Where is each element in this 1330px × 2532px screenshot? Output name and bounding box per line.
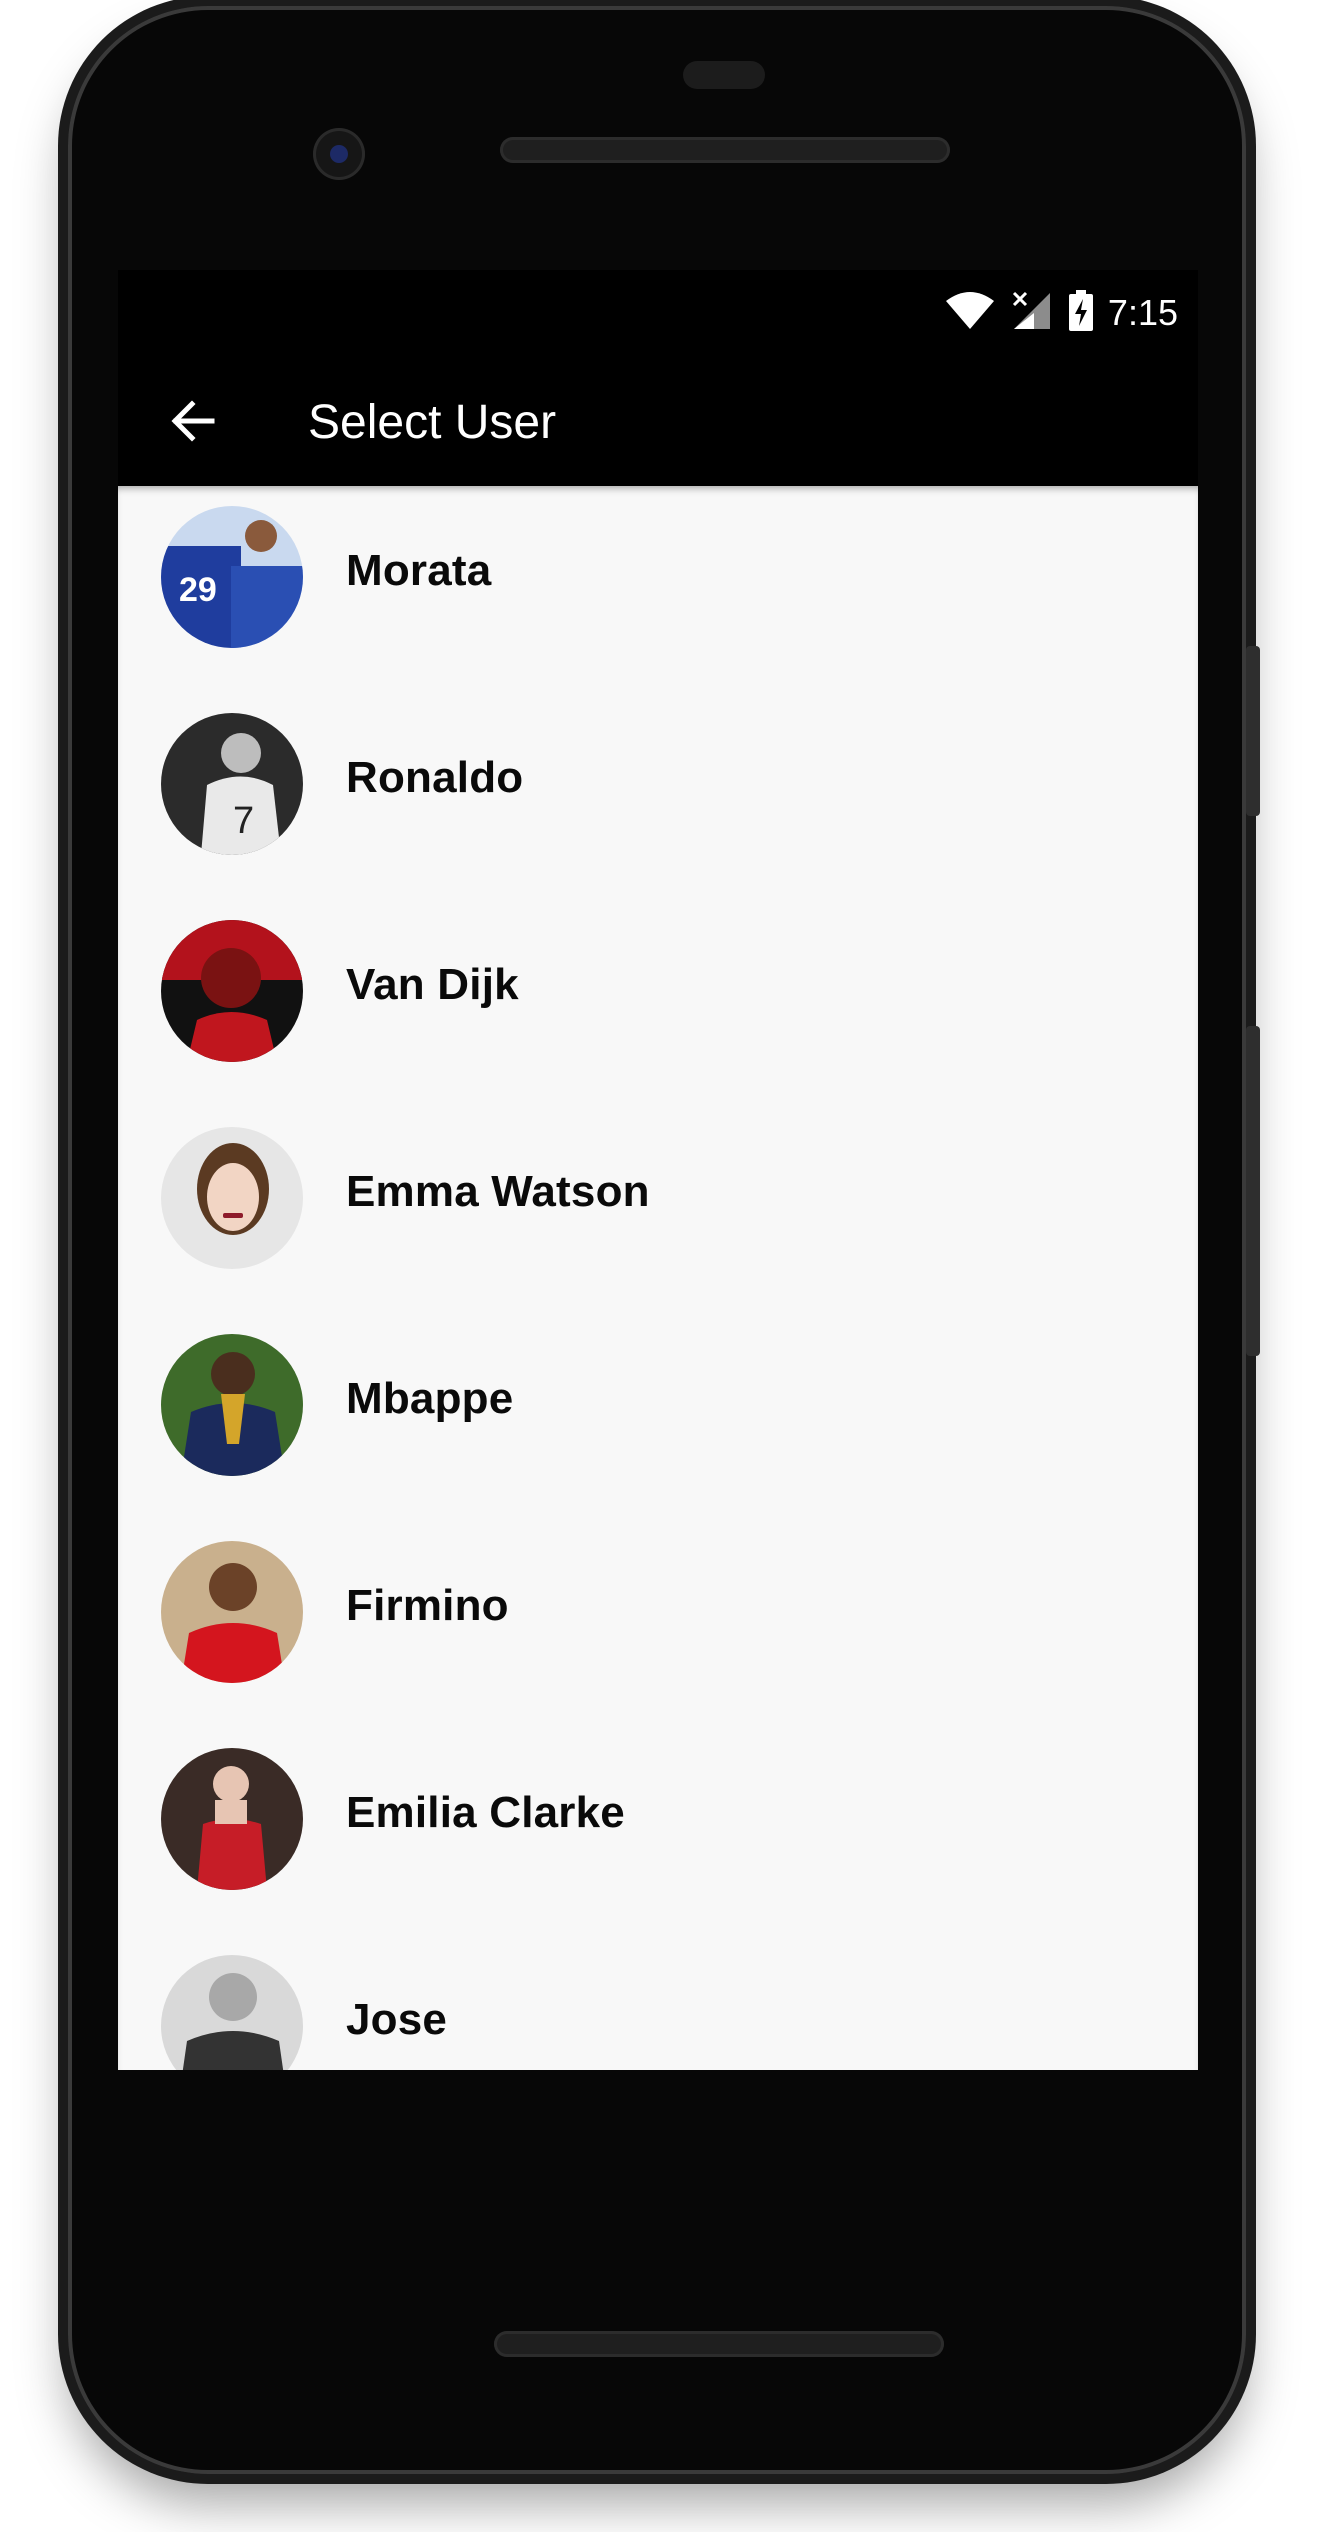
status-bar: 7:15 (118, 270, 1198, 360)
user-name: Mbappe (346, 1374, 514, 1423)
user-name: Emma Watson (346, 1167, 650, 1216)
status-icons: 7:15 (944, 288, 1178, 338)
user-name: Ronaldo (346, 753, 524, 802)
page-title: Select User (308, 396, 557, 449)
proximity-sensor (683, 61, 765, 89)
screen: 7:15 Select User 29 Morata 7 Ronaldo Van… (118, 270, 1198, 2070)
user-list-item[interactable]: Firmino (118, 1521, 1198, 1728)
user-list-item[interactable]: 29 Morata (118, 486, 1198, 693)
avatar-image (161, 1127, 303, 1269)
user-list-item[interactable]: 7 Ronaldo (118, 693, 1198, 900)
front-camera (313, 128, 365, 180)
user-name: Morata (346, 546, 492, 595)
user-list[interactable]: 29 Morata 7 Ronaldo Van Dijk Emma Watson… (118, 486, 1198, 2070)
status-time: 7:15 (1107, 292, 1178, 333)
avatar-image: 7 (161, 713, 303, 855)
battery-charging-icon (1068, 289, 1094, 337)
user-name: Jose (346, 1995, 448, 2044)
avatar-image (161, 1334, 303, 1476)
avatar-image: 29 (161, 506, 303, 648)
avatar-image (161, 1541, 303, 1683)
user-list-item[interactable]: Van Dijk (118, 900, 1198, 1107)
user-list-item[interactable]: Emilia Clarke (118, 1728, 1198, 1935)
user-list-item[interactable]: Jose (118, 1935, 1198, 2070)
svg-text:29: 29 (179, 571, 217, 609)
app-bar: Select User (118, 360, 1198, 486)
top-speaker (500, 137, 950, 163)
user-list-item[interactable]: Mbappe (118, 1314, 1198, 1521)
avatar-image (161, 920, 303, 1062)
avatar-image (161, 1748, 303, 1890)
bottom-speaker (494, 2331, 944, 2357)
back-button[interactable] (158, 390, 228, 456)
user-list-item[interactable]: Emma Watson (118, 1107, 1198, 1314)
wifi-icon (944, 291, 996, 336)
arrow-back-icon (170, 398, 216, 449)
svg-text:7: 7 (233, 800, 254, 842)
signal-icon (1010, 291, 1054, 336)
user-name: Van Dijk (346, 960, 519, 1009)
user-name: Emilia Clarke (346, 1788, 625, 1837)
volume-button (1246, 1026, 1260, 1356)
user-name: Firmino (346, 1581, 509, 1630)
avatar-image (161, 1955, 303, 2070)
power-button (1246, 646, 1260, 816)
